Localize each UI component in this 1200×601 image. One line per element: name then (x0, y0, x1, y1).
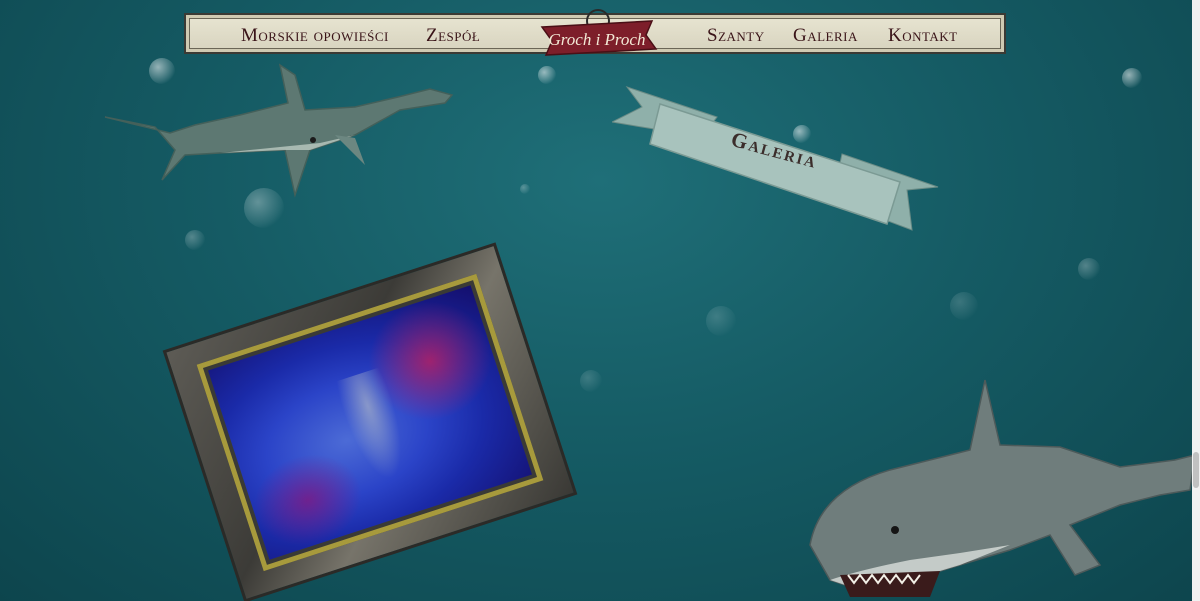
groch-i-proch-logo[interactable]: Groch i Proch (534, 3, 659, 63)
bubble (950, 292, 978, 320)
top-navigation: Morskie opowieści Zespół Groch i Proch S… (184, 9, 1006, 56)
bubble (580, 370, 602, 392)
nav-item-galeria[interactable]: Galeria (793, 25, 858, 47)
gallery-banner: Galeria (610, 82, 942, 232)
scrollbar-thumb[interactable] (1193, 452, 1199, 488)
nav-item-kontakt[interactable]: Kontakt (888, 25, 958, 47)
svg-text:Groch i Proch: Groch i Proch (549, 30, 646, 49)
nav-item-zespol[interactable]: Zespół (426, 25, 480, 47)
nav-item-morskie-opowiesci[interactable]: Morskie opowieści (241, 25, 389, 47)
bubble (185, 230, 205, 250)
bubble (1122, 68, 1142, 88)
underwater-scene: Galeria Morskie opowieści Zespół Groch i… (0, 0, 1200, 601)
nav-item-szanty[interactable]: Szanty (707, 25, 765, 47)
bubble (706, 306, 736, 336)
gallery-frame[interactable] (162, 242, 578, 601)
bubble (538, 66, 556, 84)
bubble (1078, 258, 1100, 280)
bubble (520, 184, 530, 194)
vertical-scrollbar[interactable] (1192, 0, 1200, 601)
shark-image (809, 379, 1196, 597)
hammerhead-shark-image (104, 63, 454, 198)
